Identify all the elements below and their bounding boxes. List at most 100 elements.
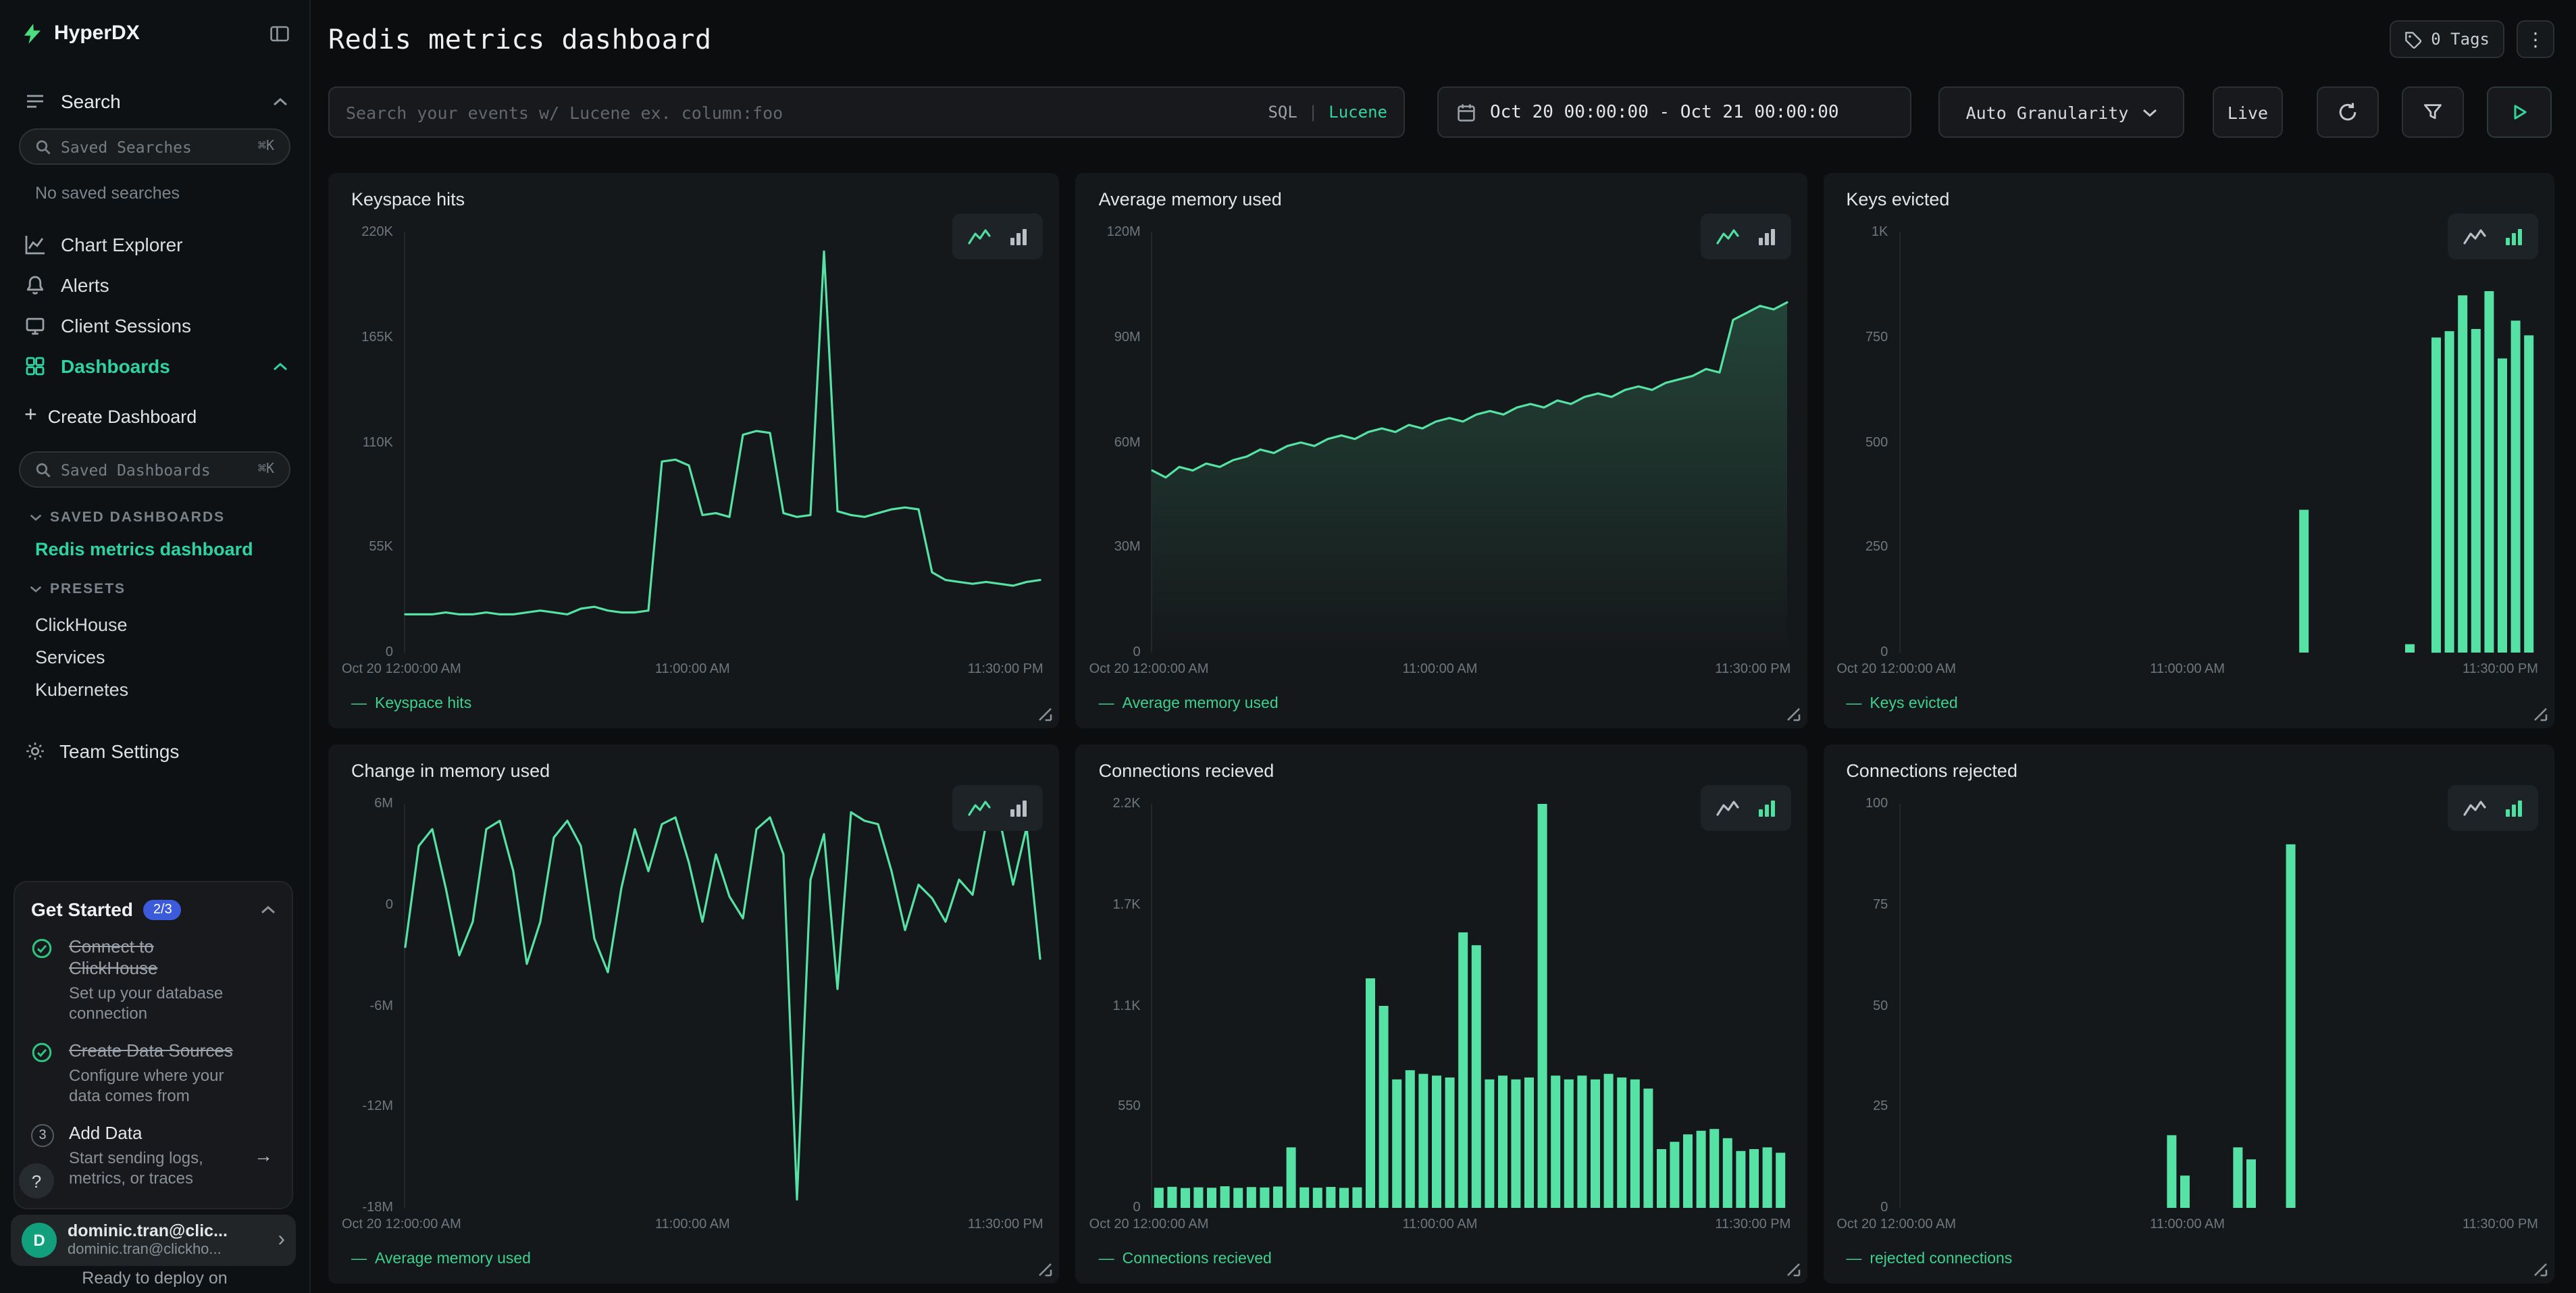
resize-handle-icon[interactable] <box>1037 705 1053 721</box>
preset-link-services[interactable]: Services <box>35 640 309 673</box>
y-tick-label: 750 <box>1865 330 1888 345</box>
shortcut-hint: ⌘K <box>258 462 274 477</box>
create-dashboard-button[interactable]: + Create Dashboard <box>0 397 309 435</box>
run-query-button[interactable] <box>2487 86 2552 138</box>
page-title: Redis metrics dashboard <box>328 23 712 55</box>
sidebar-item-client-sessions[interactable]: Client Sessions <box>0 305 309 346</box>
arrow-right-icon[interactable]: → <box>254 1144 273 1166</box>
sidebar-item-chart-explorer[interactable]: Chart Explorer <box>0 224 309 265</box>
saved-searches-input[interactable]: Saved Searches ⌘K <box>19 128 290 165</box>
line-chart-icon[interactable] <box>1715 798 1739 817</box>
chart-plot <box>1152 232 1788 653</box>
line-chart-icon[interactable] <box>2463 227 2487 246</box>
legend-dash: — <box>1846 1251 1861 1267</box>
progress-badge: 2/3 <box>144 899 182 919</box>
sidebar-item-dashboards[interactable]: Dashboards <box>0 346 309 386</box>
clickhouse-cloud-teaser: Ready to deploy on ClickHouse Cloud? <box>0 1267 309 1293</box>
shortcut-hint: ⌘K <box>258 139 274 154</box>
get-started-header[interactable]: Get Started 2/3 <box>31 898 276 920</box>
chart-panel-average-memory: Average memory used 030M60M90M120M Oct 2… <box>1076 173 1807 728</box>
date-range-picker[interactable]: Oct 20 00:00:00 - Oct 21 00:00:00 <box>1437 86 1911 138</box>
chevron-down-icon <box>2142 107 2157 117</box>
line-chart-icon[interactable] <box>1715 227 1739 246</box>
y-axis-labels: 02505007501K <box>1828 232 1888 653</box>
chart-title: Keys evicted <box>1846 189 1949 209</box>
y-tick-label: 100 <box>1865 796 1888 811</box>
lucene-toggle[interactable]: Lucene <box>1329 103 1387 122</box>
bar-chart-icon[interactable] <box>1757 798 1776 817</box>
resize-handle-icon[interactable] <box>1784 705 1800 721</box>
x-tick-label: Oct 20 12:00:00 AM <box>1836 1217 1956 1232</box>
y-tick-label: 50 <box>1873 998 1888 1013</box>
y-tick-label: 165K <box>361 330 393 345</box>
team-settings-label: Team Settings <box>59 740 179 762</box>
tags-button[interactable]: 0 Tags <box>2389 20 2504 58</box>
get-started-step-connect[interactable]: Connect to ClickHouse Set up your databa… <box>31 936 276 1024</box>
y-tick-label: 55K <box>369 540 393 555</box>
user-menu[interactable]: D dominic.tran@clic... dominic.tran@clic… <box>11 1215 296 1266</box>
step-text: Create Data Sources Configure where your… <box>69 1040 247 1107</box>
x-tick-label: 11:00:00 AM <box>2150 1217 2225 1232</box>
legend-label: Connections recieved <box>1123 1251 1272 1267</box>
chart-type-toggle <box>953 213 1044 259</box>
search-section-header[interactable]: Search <box>24 91 288 112</box>
line-chart-icon[interactable] <box>968 798 992 817</box>
bar-chart-icon[interactable] <box>2504 798 2523 817</box>
collapse-sidebar-icon[interactable] <box>269 22 290 44</box>
saved-dashboards-input[interactable]: Saved Dashboards ⌘K <box>19 451 290 488</box>
play-icon <box>2508 101 2530 123</box>
get-started-step-add-data[interactable]: 3 Add Data Start sending logs, metrics, … <box>31 1123 276 1189</box>
chart-plot <box>404 232 1041 653</box>
presets-header-label: PRESETS <box>50 581 126 597</box>
resize-handle-icon[interactable] <box>2531 1261 2548 1277</box>
plus-icon: + <box>24 405 37 427</box>
resize-handle-icon[interactable] <box>2531 705 2548 721</box>
chart-panel-change-in-memory: Change in memory used -18M-12M-6M06M Oct… <box>328 744 1060 1284</box>
resize-handle-icon[interactable] <box>1784 1261 1800 1277</box>
y-tick-label: 60M <box>1114 435 1141 450</box>
live-button[interactable]: Live <box>2213 86 2283 138</box>
granularity-dropdown[interactable]: Auto Granularity <box>1938 86 2184 138</box>
sidebar-item-alerts[interactable]: Alerts <box>0 265 309 305</box>
help-button[interactable]: ? <box>19 1163 54 1198</box>
chart-legend: — Keys evicted <box>1846 696 1957 712</box>
search-input[interactable] <box>346 102 1257 122</box>
filter-button[interactable] <box>2402 86 2464 138</box>
resize-handle-icon[interactable] <box>1037 1261 1053 1277</box>
chevron-up-icon[interactable] <box>273 97 288 106</box>
saved-dashboards-header[interactable]: SAVED DASHBOARDS <box>30 509 309 526</box>
chart-legend: — Keyspace hits <box>351 696 471 712</box>
bar-series <box>1153 804 1788 1208</box>
chevron-up-icon[interactable] <box>273 361 288 371</box>
saved-dashboard-link-redis[interactable]: Redis metrics dashboard <box>35 539 309 559</box>
line-chart-icon[interactable] <box>2463 798 2487 817</box>
x-axis-labels: Oct 20 12:00:00 AM11:00:00 AM11:30:00 PM <box>1836 1217 2538 1235</box>
line-chart-icon[interactable] <box>968 227 992 246</box>
bell-icon <box>24 274 46 296</box>
bar-chart-icon[interactable] <box>1010 227 1029 246</box>
app-logo-text: HyperDX <box>54 22 140 45</box>
legend-dash: — <box>1099 696 1114 712</box>
sidebar-item-team-settings[interactable]: Team Settings <box>0 740 309 762</box>
step-number: 3 <box>31 1124 54 1147</box>
get-started-step-sources[interactable]: Create Data Sources Configure where your… <box>31 1040 276 1107</box>
refresh-button[interactable] <box>2317 86 2379 138</box>
chevron-up-icon[interactable] <box>261 905 276 914</box>
y-tick-label: 0 <box>1133 1200 1141 1215</box>
preset-link-kubernetes[interactable]: Kubernetes <box>35 673 309 705</box>
preset-link-clickhouse[interactable]: ClickHouse <box>35 608 309 640</box>
bar-chart-icon[interactable] <box>2504 227 2523 246</box>
more-menu-button[interactable]: ⋮ <box>2517 20 2554 58</box>
tag-icon <box>2404 30 2421 48</box>
toggle-divider: | <box>1308 103 1318 122</box>
chart-type-toggle <box>2448 785 2538 831</box>
bar-chart-icon[interactable] <box>1010 798 1029 817</box>
presets-header[interactable]: PRESETS <box>30 581 309 597</box>
bar-chart-icon[interactable] <box>1757 227 1776 246</box>
y-tick-label: 0 <box>1133 645 1141 660</box>
chart-title: Keyspace hits <box>351 189 465 209</box>
sql-toggle[interactable]: SQL <box>1268 103 1297 122</box>
y-tick-label: 30M <box>1114 540 1141 555</box>
y-tick-label: 220K <box>361 225 393 240</box>
x-tick-label: 11:30:00 PM <box>1715 1217 1791 1232</box>
